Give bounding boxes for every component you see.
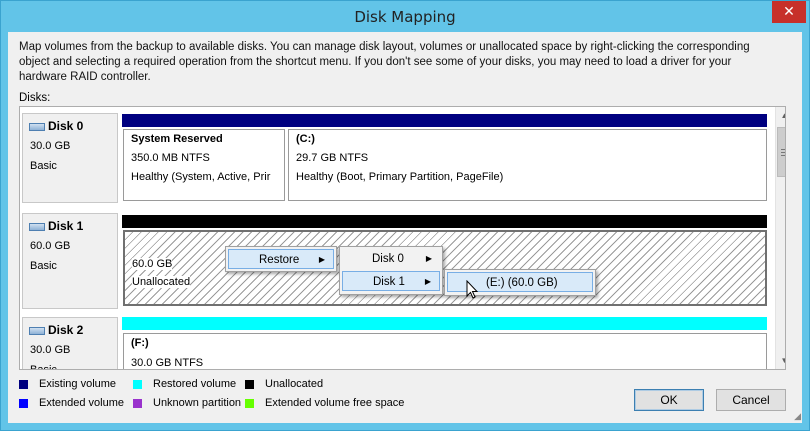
disk-0-size: 30.0 GB [30, 140, 71, 152]
legend-swatch [133, 380, 142, 389]
disk-1-color-bar [122, 215, 767, 228]
disk-row-2: Disk 2 30.0 GB Basic (F:) 30.0 GB NTFS [20, 317, 775, 370]
menu-item-label: Disk 1 [373, 276, 405, 288]
disk-1-info[interactable]: Disk 1 60.0 GB Basic [22, 213, 118, 309]
disk-1-type: Basic [30, 260, 57, 272]
menu-item-restore[interactable]: Restore ▶ [228, 249, 334, 269]
menu-item-disk-0[interactable]: Disk 0 ▶ [342, 249, 440, 269]
volume-size: 60.0 GB [132, 258, 173, 270]
legend-label: Unknown partition [153, 397, 242, 409]
volume-status: Healthy (Boot, Primary Partition, PageFi… [296, 171, 504, 183]
legend-label: Extended volume free space [265, 397, 405, 409]
disk-2-name: Disk 2 [48, 323, 84, 337]
menu-item-label: Restore [259, 254, 300, 266]
disk-2-info[interactable]: Disk 2 30.0 GB Basic [22, 317, 118, 370]
cancel-button[interactable]: Cancel [716, 389, 786, 411]
volume-size: 30.0 GB NTFS [131, 357, 204, 369]
menu-item-label: (E:) (60.0 GB) [486, 277, 558, 289]
grip-line [781, 155, 785, 156]
volume-size: 29.7 GB NTFS [296, 152, 369, 164]
grip-line [781, 152, 785, 153]
disk-2-size: 30.0 GB [30, 344, 71, 356]
window-title: Disk Mapping [354, 8, 456, 26]
legend-swatch [245, 399, 254, 408]
volume-name: (C:) [296, 133, 315, 145]
legend-label: Unallocated [265, 378, 324, 390]
submenu-arrow-icon: ▶ [424, 277, 431, 286]
legend-swatch [19, 380, 28, 389]
grip-line [781, 149, 785, 150]
disk-icon [29, 223, 45, 231]
volume-status: Unallocated [132, 276, 191, 288]
vertical-scrollbar[interactable]: ▲ ▼ [775, 107, 785, 369]
disk-layout-panel[interactable]: Disk 0 30.0 GB Basic System Reserved 350… [19, 106, 786, 370]
menu-item-disk-1[interactable]: Disk 1 ▶ [342, 271, 440, 291]
disk-1-size: 60.0 GB [30, 240, 71, 252]
legend-swatch [245, 380, 254, 389]
disk-submenu: Disk 0 ▶ Disk 1 ▶ [339, 246, 443, 295]
disk-2-type: Basic [30, 364, 57, 370]
description-text: Map volumes from the backup to available… [19, 41, 750, 83]
disk-0-color-bar [122, 114, 767, 127]
volume-c[interactable]: (C:) 29.7 GB NTFS Healthy (Boot, Primary… [288, 129, 767, 201]
volume-status: Healthy (System, Active, Prir [131, 171, 271, 183]
disk-row-0: Disk 0 30.0 GB Basic System Reserved 350… [20, 113, 775, 203]
disk-2-color-bar [122, 317, 767, 330]
disk-mapping-window: Disk Mapping ✕ Map volumes from the back… [0, 0, 810, 431]
disk-1-name: Disk 1 [48, 219, 84, 233]
mouse-cursor-icon [466, 280, 479, 299]
volume-system-reserved[interactable]: System Reserved 350.0 MB NTFS Healthy (S… [123, 129, 285, 201]
submenu-arrow-icon: ▶ [318, 255, 325, 264]
submenu-arrow-icon: ▶ [425, 254, 432, 263]
scrollbar-thumb[interactable] [777, 127, 785, 177]
resize-grip-icon[interactable]: ◢ [794, 411, 801, 422]
title-bar[interactable]: Disk Mapping ✕ [1, 1, 809, 32]
volume-size: 350.0 MB NTFS [131, 152, 210, 164]
disk-0-info[interactable]: Disk 0 30.0 GB Basic [22, 113, 118, 203]
close-button[interactable]: ✕ [772, 1, 806, 23]
legend-swatch [19, 399, 28, 408]
disk-icon [29, 327, 45, 335]
ok-button[interactable]: OK [634, 389, 704, 411]
volume-name: System Reserved [131, 133, 223, 145]
volume-name: (F:) [131, 337, 149, 349]
legend-label: Existing volume [39, 378, 117, 390]
context-menu: Restore ▶ [225, 246, 337, 272]
scroll-down-icon[interactable]: ▼ [776, 352, 785, 369]
legend-label: Restored volume [153, 378, 237, 390]
disks-label: Disks: [19, 92, 51, 104]
disk-icon [29, 123, 45, 131]
dialog-body: Map volumes from the backup to available… [8, 32, 802, 423]
menu-item-label: Disk 0 [372, 253, 404, 265]
disk-0-type: Basic [30, 160, 57, 172]
disk-0-name: Disk 0 [48, 119, 84, 133]
scroll-up-icon[interactable]: ▲ [776, 107, 785, 124]
legend-swatch [133, 399, 142, 408]
legend-label: Extended volume [39, 397, 124, 409]
volume-f[interactable]: (F:) 30.0 GB NTFS [123, 333, 767, 369]
